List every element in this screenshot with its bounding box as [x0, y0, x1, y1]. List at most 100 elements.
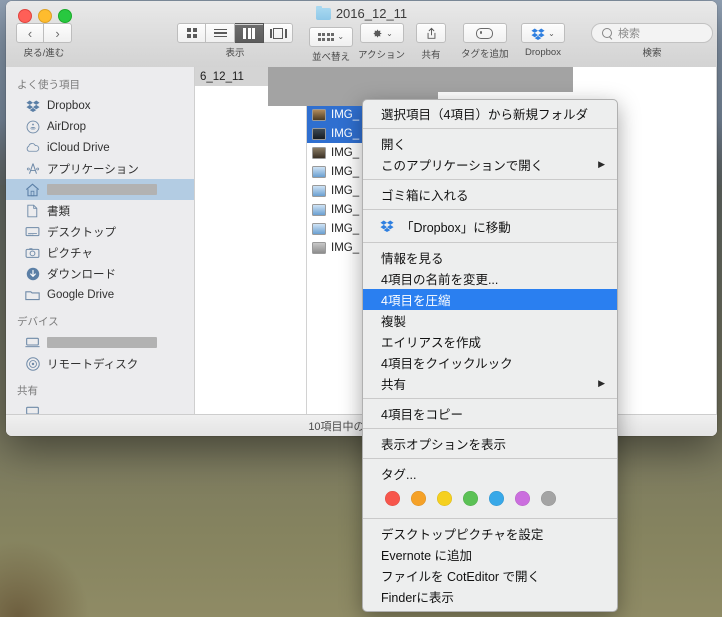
sidebar[interactable]: よく使う項目 Dropbox AirDrop iCloud Drive アプリケ…	[6, 67, 195, 415]
image-file-icon	[312, 146, 326, 159]
icon-view-button[interactable]	[177, 23, 206, 43]
sidebar-item-desktop[interactable]: デスクトップ	[6, 221, 194, 242]
sidebar-item-computer[interactable]	[6, 332, 194, 353]
menu-item-label: デスクトップピクチャを設定	[381, 528, 544, 542]
menu-item-open-with-coteditor[interactable]: ファイルを CotEditor で開く	[363, 565, 617, 586]
sidebar-item-label: 書類	[47, 205, 70, 218]
sidebar-item-documents[interactable]: 書類	[6, 200, 194, 221]
foreground-ridge	[0, 540, 90, 617]
menu-item-copy-items[interactable]: 4項目をコピー	[363, 403, 617, 424]
sidebar-item-label: リモートディスク	[47, 358, 139, 371]
action-label: アクション	[358, 49, 406, 61]
forward-button[interactable]: ›	[44, 23, 72, 43]
menu-item-open[interactable]: 開く	[363, 133, 617, 154]
menu-item-label: ゴミ箱に入れる	[381, 189, 469, 203]
menu-item-duplicate[interactable]: 複製	[363, 310, 617, 331]
menu-separator	[363, 458, 617, 459]
add-tag-button[interactable]	[462, 23, 507, 43]
search-placeholder: 検索	[618, 28, 640, 40]
sidebar-item-remote-disk[interactable]: リモートディスク	[6, 353, 194, 374]
tag-color-blue[interactable]	[489, 491, 504, 506]
menu-item-label: このアプリケーションで開く	[381, 159, 544, 173]
sidebar-item-airdrop[interactable]: AirDrop	[6, 116, 194, 137]
menu-item-label: 情報を見る	[381, 252, 444, 266]
folder-icon	[25, 287, 40, 302]
icloud-icon	[25, 140, 40, 155]
menu-item-open-with[interactable]: このアプリケーションで開く ▶	[363, 154, 617, 175]
menu-item-share[interactable]: 共有 ▶	[363, 373, 617, 394]
tag-color-purple[interactable]	[515, 491, 530, 506]
search-group: 検索 検索	[591, 23, 713, 59]
menu-item-label: Finderに表示	[381, 591, 454, 605]
file-name: IMG_	[331, 222, 360, 235]
column-view-button[interactable]	[235, 23, 264, 43]
menu-item-show-in-finder[interactable]: Finderに表示	[363, 586, 617, 607]
menu-item-label: 選択項目（4項目）から新規フォルダ	[381, 108, 588, 122]
menu-item-make-alias[interactable]: エイリアスを作成	[363, 331, 617, 352]
dropbox-button[interactable]: ⌄	[521, 23, 565, 43]
navigation-group: ‹ › 戻る/進む	[16, 23, 72, 59]
tag-icon	[476, 27, 494, 39]
menu-item-label: 4項目の名前を変更...	[381, 273, 499, 287]
tag-color-orange[interactable]	[411, 491, 426, 506]
list-view-button[interactable]	[206, 23, 235, 43]
redaction-overlay	[438, 67, 573, 92]
tag-color-red[interactable]	[385, 491, 400, 506]
sidebar-item-downloads[interactable]: ダウンロード	[6, 263, 194, 284]
menu-item-show-view-options[interactable]: 表示オプションを表示	[363, 433, 617, 454]
arrange-button[interactable]: ⌄	[309, 26, 353, 47]
menu-item-label: 複製	[381, 315, 407, 329]
tag-color-swatches[interactable]	[363, 484, 617, 514]
window-title-text: 2016_12_11	[335, 6, 408, 21]
column-1[interactable]: 6_12_11 ▶	[195, 67, 307, 415]
dropbox-icon	[531, 27, 545, 40]
menu-item-move-to-trash[interactable]: ゴミ箱に入れる	[363, 184, 617, 205]
sidebar-item-applications[interactable]: アプリケーション	[6, 158, 194, 179]
menu-item-compress-items[interactable]: 4項目を圧縮	[363, 289, 617, 310]
menu-item-rename-items[interactable]: 4項目の名前を変更...	[363, 268, 617, 289]
menu-item-tags[interactable]: タグ...	[363, 463, 617, 484]
tag-color-gray[interactable]	[541, 491, 556, 506]
menu-item-set-desktop-picture[interactable]: デスクトップピクチャを設定	[363, 523, 617, 544]
coverflow-view-button[interactable]	[264, 23, 293, 43]
toolbar[interactable]: ‹ › 戻る/進む 表示 ⌄ 並べ替え ⌄ アクション 共有 タグを追加 ⌄ D…	[6, 23, 717, 67]
sidebar-item-dropbox[interactable]: Dropbox	[6, 95, 194, 116]
search-icon	[602, 28, 612, 38]
sidebar-item-icloud-drive[interactable]: iCloud Drive	[6, 137, 194, 158]
share-button[interactable]	[416, 23, 446, 43]
search-label: 検索	[642, 48, 662, 59]
image-file-icon	[312, 184, 326, 197]
menu-item-label: エイリアスを作成	[381, 336, 482, 350]
menu-item-label: 共有	[381, 378, 407, 392]
sidebar-item-shared-computer[interactable]	[6, 401, 194, 415]
sidebar-item-label: Google Drive	[47, 288, 115, 301]
window-titlebar[interactable]: 2016_12_11 ‹ › 戻る/進む 表示 ⌄ 並べ替え ⌄ アクション 共…	[6, 1, 717, 68]
columns-icon	[243, 27, 255, 39]
search-input[interactable]: 検索	[591, 23, 713, 43]
view-mode-group: 表示	[177, 23, 293, 59]
sidebar-section-favorites-header: よく使う項目	[17, 79, 80, 91]
menu-item-quick-look[interactable]: 4項目をクイックルック	[363, 352, 617, 373]
menu-separator	[363, 128, 617, 129]
sidebar-item-pictures[interactable]: ピクチャ	[6, 242, 194, 263]
tag-color-yellow[interactable]	[437, 491, 452, 506]
file-name: IMG_	[331, 165, 360, 178]
add-tag-label: タグを追加	[461, 48, 509, 60]
sidebar-item-google-drive[interactable]: Google Drive	[6, 284, 194, 305]
sidebar-item-label: デスクトップ	[47, 226, 116, 239]
chevron-down-icon: ⌄	[337, 32, 345, 42]
menu-item-get-info[interactable]: 情報を見る	[363, 247, 617, 268]
menu-item-add-to-evernote[interactable]: Evernote に追加	[363, 544, 617, 565]
add-tag-group: タグを追加	[461, 23, 509, 60]
tag-color-green[interactable]	[463, 491, 478, 506]
action-button[interactable]: ⌄	[359, 23, 404, 43]
back-button[interactable]: ‹	[16, 23, 44, 43]
remote-disk-icon	[25, 356, 40, 371]
menu-item-new-folder-from-selection[interactable]: 選択項目（4項目）から新規フォルダ	[363, 103, 617, 124]
chevron-down-icon: ⌄	[386, 28, 393, 38]
menu-item-label: タグ...	[381, 468, 417, 482]
share-label: 共有	[421, 49, 441, 61]
sidebar-item-home[interactable]	[6, 179, 194, 200]
context-menu[interactable]: 選択項目（4項目）から新規フォルダ 開く このアプリケーションで開く ▶ ゴミ箱…	[362, 99, 618, 612]
menu-item-move-to-dropbox[interactable]: 「Dropbox」に移動	[363, 214, 617, 238]
